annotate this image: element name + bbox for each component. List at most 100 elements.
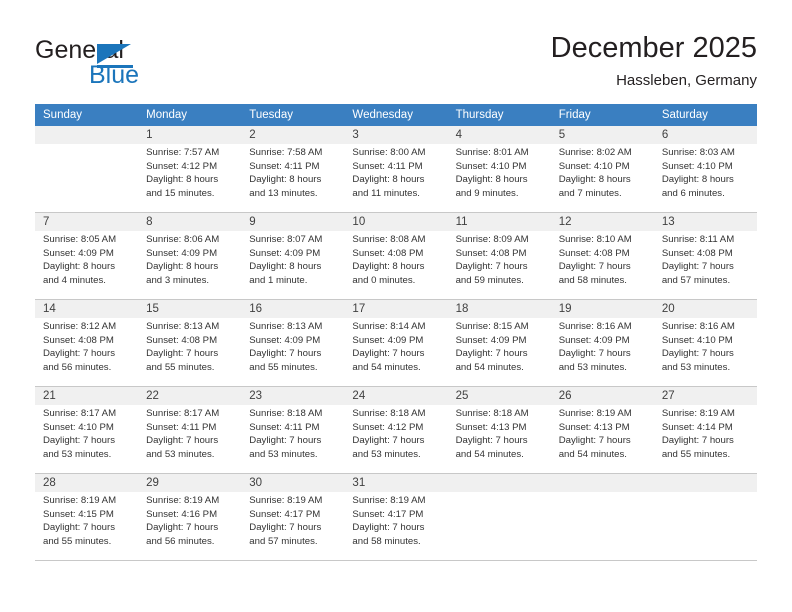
daylight-text-line2: and 53 minutes. [661, 361, 731, 373]
sunrise-text: Sunrise: 8:02 AM [558, 147, 632, 158]
day-cell[interactable]: Sunrise: 8:17 AM Sunset: 4:11 PM Dayligh… [138, 405, 242, 467]
day-cell [447, 492, 551, 554]
daylight-text-line2: and 9 minutes. [455, 187, 519, 199]
sunrise-text: Sunrise: 8:16 AM [661, 321, 735, 332]
sunset-text: Sunset: 4:12 PM [146, 160, 218, 172]
day-cell[interactable]: Sunrise: 8:07 AM Sunset: 4:09 PM Dayligh… [241, 231, 345, 293]
day-cell[interactable]: Sunrise: 8:19 AM Sunset: 4:17 PM Dayligh… [241, 492, 345, 554]
daylight-text-line2: and 53 minutes. [43, 448, 112, 460]
sunset-text: Sunset: 4:08 PM [43, 334, 114, 346]
day-cell[interactable]: Sunrise: 8:16 AM Sunset: 4:09 PM Dayligh… [550, 318, 654, 380]
day-number: 3 [344, 126, 448, 144]
day-cell[interactable]: Sunrise: 8:16 AM Sunset: 4:10 PM Dayligh… [653, 318, 757, 380]
day-number: 24 [344, 386, 448, 405]
brand-logo[interactable]: General Blue [35, 36, 255, 92]
daylight-text-line1: Daylight: 7 hours [661, 435, 734, 446]
day-cell[interactable]: Sunrise: 8:01 AM Sunset: 4:10 PM Dayligh… [447, 144, 551, 206]
day-cell [653, 492, 757, 554]
sunrise-text: Sunrise: 8:05 AM [43, 234, 117, 245]
day-cell[interactable]: Sunrise: 8:17 AM Sunset: 4:10 PM Dayligh… [35, 405, 139, 467]
weekday-header-sunday: Sunday [35, 104, 139, 126]
sunrise-text: Sunrise: 8:12 AM [43, 321, 117, 332]
sunset-text: Sunset: 4:11 PM [249, 421, 320, 433]
sunset-text: Sunset: 4:13 PM [558, 421, 630, 433]
daylight-text-line1: Daylight: 7 hours [455, 435, 528, 446]
day-cell[interactable]: Sunrise: 8:10 AM Sunset: 4:08 PM Dayligh… [550, 231, 654, 293]
daylight-text-line2: and 55 minutes. [249, 361, 318, 373]
sunrise-text: Sunrise: 8:11 AM [661, 234, 735, 245]
day-cell[interactable]: Sunrise: 8:02 AM Sunset: 4:10 PM Dayligh… [550, 144, 654, 206]
daylight-text-line1: Daylight: 7 hours [558, 348, 631, 359]
daylight-text-line2: and 0 minutes. [352, 274, 416, 286]
day-cell[interactable]: Sunrise: 8:19 AM Sunset: 4:13 PM Dayligh… [550, 405, 654, 467]
sunset-text: Sunset: 4:11 PM [352, 160, 423, 172]
daylight-text-line2: and 55 minutes. [43, 535, 112, 547]
day-cell[interactable]: Sunrise: 8:13 AM Sunset: 4:08 PM Dayligh… [138, 318, 242, 380]
day-cell[interactable]: Sunrise: 8:11 AM Sunset: 4:08 PM Dayligh… [653, 231, 757, 293]
day-cell[interactable]: Sunrise: 8:15 AM Sunset: 4:09 PM Dayligh… [447, 318, 551, 380]
sunrise-text: Sunrise: 8:19 AM [352, 495, 426, 506]
day-cell[interactable]: Sunrise: 8:12 AM Sunset: 4:08 PM Dayligh… [35, 318, 139, 380]
day-cell[interactable]: Sunrise: 8:19 AM Sunset: 4:17 PM Dayligh… [344, 492, 448, 554]
day-cell[interactable]: Sunrise: 8:18 AM Sunset: 4:13 PM Dayligh… [447, 405, 551, 467]
sunrise-text: Sunrise: 8:17 AM [146, 408, 220, 419]
sunset-text: Sunset: 4:11 PM [249, 160, 320, 172]
sunset-text: Sunset: 4:09 PM [455, 334, 527, 346]
daylight-text-line1: Daylight: 7 hours [146, 522, 219, 533]
daylight-text-line2: and 13 minutes. [249, 187, 318, 199]
daylight-text-line2: and 4 minutes. [43, 274, 106, 286]
day-cell[interactable]: Sunrise: 8:18 AM Sunset: 4:11 PM Dayligh… [241, 405, 345, 467]
day-cell[interactable]: Sunrise: 8:19 AM Sunset: 4:14 PM Dayligh… [653, 405, 757, 467]
day-number: 8 [138, 212, 242, 231]
day-cell[interactable]: Sunrise: 8:14 AM Sunset: 4:09 PM Dayligh… [344, 318, 448, 380]
daylight-text-line1: Daylight: 8 hours [249, 174, 322, 185]
day-cell[interactable]: Sunrise: 8:05 AM Sunset: 4:09 PM Dayligh… [35, 231, 139, 293]
daylight-text-line2: and 54 minutes. [455, 361, 524, 373]
week-4-daynum-row: 21 22 23 24 25 26 27 [35, 386, 757, 405]
sunrise-text: Sunrise: 8:13 AM [146, 321, 220, 332]
daylight-text-line2: and 56 minutes. [43, 361, 112, 373]
week-3-info-row: Sunrise: 8:12 AM Sunset: 4:08 PM Dayligh… [35, 318, 757, 380]
day-cell[interactable]: Sunrise: 8:09 AM Sunset: 4:08 PM Dayligh… [447, 231, 551, 293]
sunrise-text: Sunrise: 8:13 AM [249, 321, 323, 332]
daylight-text-line1: Daylight: 8 hours [352, 174, 425, 185]
sunrise-text: Sunrise: 8:14 AM [352, 321, 426, 332]
sunset-text: Sunset: 4:08 PM [661, 247, 733, 259]
day-cell[interactable]: Sunrise: 8:00 AM Sunset: 4:11 PM Dayligh… [344, 144, 448, 206]
daylight-text-line2: and 53 minutes. [558, 361, 627, 373]
day-number [447, 473, 551, 492]
day-number: 10 [344, 212, 448, 231]
daylight-text-line2: and 54 minutes. [558, 448, 627, 460]
day-number: 31 [344, 473, 448, 492]
daylight-text-line1: Daylight: 7 hours [43, 348, 115, 359]
sunset-text: Sunset: 4:11 PM [146, 421, 217, 433]
day-cell[interactable]: Sunrise: 8:08 AM Sunset: 4:08 PM Dayligh… [344, 231, 448, 293]
day-cell[interactable]: Sunrise: 8:03 AM Sunset: 4:10 PM Dayligh… [653, 144, 757, 206]
sunset-text: Sunset: 4:09 PM [352, 334, 424, 346]
daylight-text-line2: and 57 minutes. [249, 535, 318, 547]
day-cell[interactable]: Sunrise: 8:19 AM Sunset: 4:16 PM Dayligh… [138, 492, 242, 554]
sunrise-text: Sunrise: 8:03 AM [661, 147, 735, 158]
sunset-text: Sunset: 4:08 PM [558, 247, 630, 259]
day-cell[interactable]: Sunrise: 7:58 AM Sunset: 4:11 PM Dayligh… [241, 144, 345, 206]
sunrise-text: Sunrise: 8:01 AM [455, 147, 529, 158]
calendar-grid: Sunday Monday Tuesday Wednesday Thursday… [35, 104, 757, 561]
day-cell[interactable]: Sunrise: 8:06 AM Sunset: 4:09 PM Dayligh… [138, 231, 242, 293]
daylight-text-line2: and 53 minutes. [146, 448, 215, 460]
day-number: 2 [241, 126, 345, 144]
day-cell[interactable]: Sunrise: 8:13 AM Sunset: 4:09 PM Dayligh… [241, 318, 345, 380]
sunset-text: Sunset: 4:09 PM [558, 334, 630, 346]
sunrise-text: Sunrise: 8:19 AM [146, 495, 220, 506]
week-2-daynum-row: 7 8 9 10 11 12 13 [35, 212, 757, 231]
day-cell[interactable]: Sunrise: 8:18 AM Sunset: 4:12 PM Dayligh… [344, 405, 448, 467]
day-number: 14 [35, 299, 139, 318]
day-cell[interactable]: Sunrise: 8:19 AM Sunset: 4:15 PM Dayligh… [35, 492, 139, 554]
sunset-text: Sunset: 4:17 PM [352, 508, 424, 520]
day-cell[interactable]: Sunrise: 7:57 AM Sunset: 4:12 PM Dayligh… [138, 144, 242, 206]
daylight-text-line1: Daylight: 8 hours [249, 261, 322, 272]
sunrise-text: Sunrise: 8:15 AM [455, 321, 529, 332]
day-cell[interactable] [35, 144, 139, 206]
day-number: 7 [35, 212, 139, 231]
sunset-text: Sunset: 4:10 PM [43, 421, 114, 433]
day-number: 6 [653, 126, 757, 144]
